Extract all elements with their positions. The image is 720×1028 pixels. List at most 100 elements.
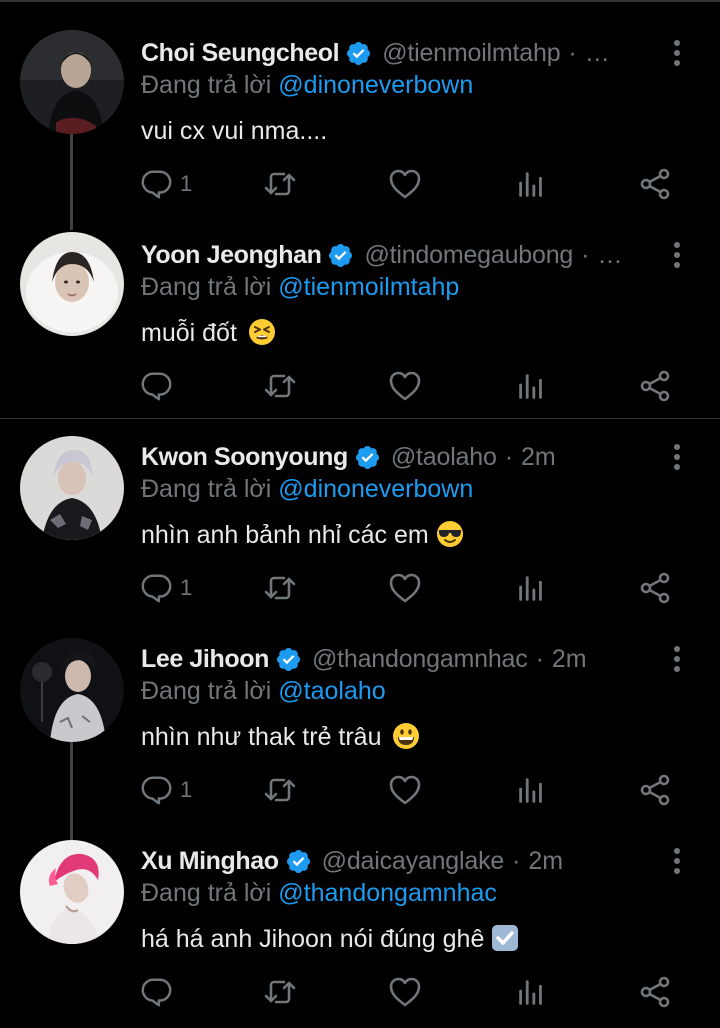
like-icon [387, 166, 423, 202]
avatar[interactable] [20, 232, 124, 336]
username[interactable]: @daicayanglake [322, 844, 504, 878]
replying-to: Đang trả lời @tienmoilmtahp [141, 270, 459, 304]
username[interactable]: @thandongamnhac [312, 642, 528, 676]
more-options-icon[interactable] [662, 442, 692, 472]
tweet[interactable]: Yoon Jeonghan @tindomegaubong · … Đang t… [0, 202, 720, 404]
tweet-header: Choi Seungcheol @tienmoilmtahp · … [141, 36, 661, 70]
like-button[interactable] [387, 570, 423, 606]
retweet-button[interactable] [262, 974, 298, 1010]
share-icon [637, 570, 673, 606]
more-options-icon[interactable] [662, 240, 692, 270]
reply-mention-link[interactable]: @dinoneverbown [278, 71, 473, 99]
separator-dot: · [568, 39, 577, 67]
tweet-text-content: há há anh Jihoon nói đúng ghê [141, 925, 485, 953]
retweet-icon [262, 166, 298, 202]
views-button[interactable] [514, 166, 548, 202]
tweet-text: nhìn anh bảnh nhỉ các em [141, 518, 464, 552]
tweet[interactable]: Kwon Soonyoung @taolaho · 2m Đang trả lờ… [0, 420, 720, 622]
tweet[interactable]: Xu Minghao @daicayanglake · 2m Đang trả … [0, 824, 720, 1026]
retweet-icon [262, 570, 298, 606]
tweet-header: Xu Minghao @daicayanglake · 2m [141, 844, 661, 878]
avatar[interactable] [20, 638, 124, 742]
retweet-icon [262, 368, 298, 404]
tweet[interactable]: Choi Seungcheol @tienmoilmtahp · … Đang … [0, 0, 720, 230]
share-button[interactable] [637, 368, 673, 404]
display-name[interactable]: Lee Jihoon [141, 642, 269, 676]
reply-icon [140, 975, 174, 1009]
share-button[interactable] [637, 166, 673, 202]
reply-button[interactable] [140, 368, 180, 404]
share-button[interactable] [637, 772, 673, 808]
timestamp[interactable]: 2m [528, 844, 563, 878]
action-bar [0, 974, 720, 1014]
replying-to-label: Đang trả lời [141, 879, 272, 907]
tweet-text-content: nhìn anh bảnh nhỉ các em [141, 521, 429, 549]
views-button[interactable] [514, 974, 548, 1010]
thread-divider [0, 418, 720, 419]
timestamp[interactable]: 2m [521, 440, 556, 474]
views-button[interactable] [514, 570, 548, 606]
replying-to: Đang trả lời @dinoneverbown [141, 472, 473, 506]
display-name[interactable]: Kwon Soonyoung [141, 440, 348, 474]
ellipsis: … [597, 241, 623, 269]
avatar[interactable] [20, 436, 124, 540]
reply-mention-link[interactable]: @thandongamnhac [278, 879, 497, 907]
reply-button[interactable]: 1 [140, 570, 192, 606]
tweet-text-content: vui cx vui nma.... [141, 117, 328, 145]
share-button[interactable] [637, 974, 673, 1010]
like-button[interactable] [387, 368, 423, 404]
retweet-button[interactable] [262, 368, 298, 404]
reply-mention-link[interactable]: @dinoneverbown [278, 475, 473, 503]
reply-button[interactable]: 1 [140, 772, 192, 808]
display-name[interactable]: Choi Seungcheol [141, 36, 340, 70]
reply-mention-link[interactable]: @taolaho [278, 677, 385, 705]
sunglasses-face-emoji [436, 521, 463, 547]
tweet-text: há há anh Jihoon nói đúng ghê [141, 922, 519, 956]
replying-to-label: Đang trả lời [141, 71, 272, 99]
more-options-icon[interactable] [662, 38, 692, 68]
retweet-button[interactable] [262, 772, 298, 808]
share-icon [637, 166, 673, 202]
reply-mention-link[interactable]: @tienmoilmtahp [278, 273, 459, 301]
verified-badge-icon [327, 242, 354, 269]
ellipsis: … [584, 39, 610, 67]
retweet-button[interactable] [262, 570, 298, 606]
more-options-icon[interactable] [662, 846, 692, 876]
share-icon [637, 772, 673, 808]
avatar[interactable] [20, 840, 124, 944]
action-bar [0, 368, 720, 408]
username[interactable]: @tindomegaubong [364, 238, 573, 272]
retweet-button[interactable] [262, 166, 298, 202]
views-button[interactable] [514, 368, 548, 404]
replying-to-label: Đang trả lời [141, 677, 272, 705]
reply-count: 1 [180, 171, 193, 196]
reply-count: 1 [180, 575, 193, 600]
timestamp[interactable]: 2m [552, 642, 587, 676]
action-bar: 1 [0, 772, 720, 812]
reply-icon [140, 369, 174, 403]
reply-button[interactable]: 1 [140, 166, 192, 202]
username[interactable]: @tienmoilmtahp [382, 36, 560, 70]
check-mark-button-emoji [492, 925, 519, 951]
display-name[interactable]: Xu Minghao [141, 844, 279, 878]
reply-icon [140, 773, 174, 807]
replying-to: Đang trả lời @thandongamnhac [141, 876, 497, 910]
separator-dot: · [512, 847, 521, 875]
reply-button[interactable] [140, 974, 180, 1010]
share-icon [637, 368, 673, 404]
tweet[interactable]: Lee Jihoon @thandongamnhac · 2m Đang trả… [0, 622, 720, 840]
verified-badge-icon [345, 40, 372, 67]
verified-badge-icon [275, 646, 302, 673]
like-button[interactable] [387, 772, 423, 808]
tweet-text-content: muỗi đốt [141, 319, 237, 347]
username[interactable]: @taolaho [391, 440, 497, 474]
tweet-text: muỗi đốt [141, 316, 276, 350]
avatar[interactable] [20, 30, 124, 134]
display-name[interactable]: Yoon Jeonghan [141, 238, 322, 272]
share-button[interactable] [637, 570, 673, 606]
more-options-icon[interactable] [662, 644, 692, 674]
verified-badge-icon [354, 444, 381, 471]
views-button[interactable] [514, 772, 548, 808]
like-button[interactable] [387, 974, 423, 1010]
like-button[interactable] [387, 166, 423, 202]
